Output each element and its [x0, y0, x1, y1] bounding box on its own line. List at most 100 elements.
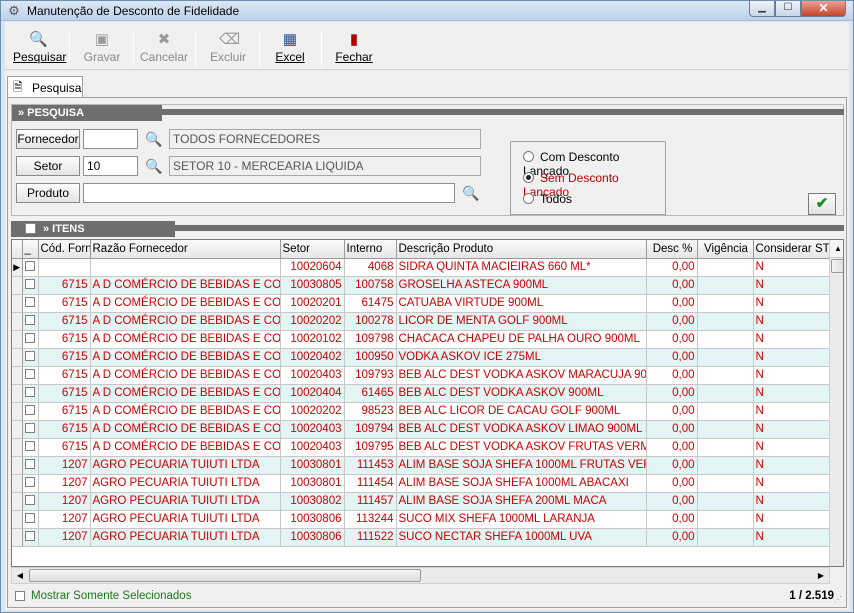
cell-razao-fornecedor[interactable]: A D COMÉRCIO DE BEBIDAS E COND	[90, 348, 281, 367]
cell-descricao[interactable]: SIDRA QUINTA MACIEIRAS 660 ML*	[396, 258, 647, 277]
cell-setor[interactable]: 10020202	[280, 312, 345, 331]
cell-cod-forn[interactable]: 6715	[38, 294, 91, 313]
col-header-vigencia[interactable]: Vigência	[697, 240, 754, 259]
cell-interno[interactable]: 109795	[344, 438, 397, 457]
cell-desc-pct[interactable]: 0,00	[646, 366, 698, 385]
close-window-button[interactable]: ✕	[801, 1, 846, 17]
show-selected-label[interactable]: Mostrar Somente Selecionados	[31, 590, 191, 602]
table-row[interactable]: 6715 A D COMÉRCIO DE BEBIDAS E COND 100202…	[12, 312, 830, 331]
cell-cod-forn[interactable]: 6715	[38, 402, 91, 421]
cell-desc-pct[interactable]: 0,00	[646, 312, 698, 331]
cell-considerar-st[interactable]: N	[753, 474, 830, 493]
cell-interno[interactable]: 111522	[344, 528, 397, 547]
col-header-razao-fornecedor[interactable]: Razão Fornecedor	[90, 240, 281, 259]
row-checkbox[interactable]	[25, 261, 35, 271]
cell-vigencia[interactable]	[697, 294, 754, 313]
row-select-cell[interactable]	[22, 312, 39, 331]
radio-sem-desconto-dot[interactable]	[523, 172, 534, 183]
cell-desc-pct[interactable]: 0,00	[646, 402, 698, 421]
col-header-descricao-produto[interactable]: Descrição Produto	[396, 240, 647, 259]
table-row[interactable]: 6715 A D COMÉRCIO DE BEBIDAS E COND 100204…	[12, 366, 830, 385]
row-checkbox[interactable]	[25, 495, 35, 505]
row-checkbox[interactable]	[25, 315, 35, 325]
horizontal-scroll-thumb[interactable]	[29, 569, 421, 582]
items-grid[interactable]: _ Cód. Forn Razão Fornecedor Setor Inter…	[11, 239, 844, 567]
cell-cod-forn[interactable]: 6715	[38, 366, 91, 385]
row-select-cell[interactable]	[22, 492, 39, 511]
row-checkbox[interactable]	[25, 477, 35, 487]
cell-razao-fornecedor[interactable]: AGRO PECUARIA TUIUTI LTDA	[90, 510, 281, 529]
cell-cod-forn[interactable]: 6715	[38, 312, 91, 331]
tab-pesquisa[interactable]: 🗎 Pesquisa	[7, 76, 83, 98]
cell-considerar-st[interactable]: N	[753, 402, 830, 421]
cell-setor[interactable]: 10030802	[280, 492, 345, 511]
cell-considerar-st[interactable]: N	[753, 330, 830, 349]
cell-vigencia[interactable]	[697, 528, 754, 547]
cell-descricao[interactable]: SUCO NECTAR SHEFA 1000ML UVA	[396, 528, 647, 547]
cell-descricao[interactable]: BEB ALC DEST VODKA ASKOV FRUTAS VERM 900…	[396, 438, 647, 457]
col-header-desc-pct[interactable]: Desc %	[646, 240, 698, 259]
scroll-up-arrow-icon[interactable]: ▲	[830, 240, 843, 258]
table-row[interactable]: 6715 A D COMÉRCIO DE BEBIDAS E COND 100204…	[12, 420, 830, 439]
cell-descricao[interactable]: BEB ALC LICOR DE CACAU GOLF 900ML	[396, 402, 647, 421]
cell-vigencia[interactable]	[697, 456, 754, 475]
scroll-left-arrow-icon[interactable]: ◀	[12, 568, 28, 583]
row-checkbox[interactable]	[25, 369, 35, 379]
cell-razao-fornecedor[interactable]: AGRO PECUARIA TUIUTI LTDA	[90, 456, 281, 475]
cell-cod-forn[interactable]: 1207	[38, 456, 91, 475]
confirm-check-button[interactable]: ✔	[808, 193, 836, 215]
radio-todos[interactable]: Todos	[523, 192, 572, 206]
cell-considerar-st[interactable]: N	[753, 294, 830, 313]
cell-vigencia[interactable]	[697, 438, 754, 457]
cell-considerar-st[interactable]: N	[753, 312, 830, 331]
cell-razao-fornecedor[interactable]: AGRO PECUARIA TUIUTI LTDA	[90, 474, 281, 493]
horizontal-scrollbar[interactable]: ◀ ▶	[11, 567, 830, 584]
row-checkbox[interactable]	[25, 351, 35, 361]
cell-descricao[interactable]: SUCO MIX SHEFA 1000ML LARANJA	[396, 510, 647, 529]
row-select-cell[interactable]	[22, 438, 39, 457]
produto-input[interactable]	[83, 183, 455, 203]
fornecedor-code-input[interactable]	[83, 129, 138, 149]
row-select-cell[interactable]	[22, 258, 39, 277]
cell-descricao[interactable]: BEB ALC DEST VODKA ASKOV MARACUJA 900ML	[396, 366, 647, 385]
resize-grip-icon[interactable]: ⋰	[834, 595, 844, 605]
radio-todos-dot[interactable]	[523, 193, 534, 204]
table-row[interactable]: 1207 AGRO PECUARIA TUIUTI LTDA 10030801 111…	[12, 456, 830, 475]
cell-setor[interactable]: 10030805	[280, 276, 345, 295]
table-row[interactable]: 6715 A D COMÉRCIO DE BEBIDAS E COND 100204…	[12, 348, 830, 367]
row-select-cell[interactable]	[22, 456, 39, 475]
produto-search-icon[interactable]: 🔍	[462, 184, 480, 202]
cell-interno[interactable]: 111453	[344, 456, 397, 475]
cell-cod-forn[interactable]: 1207	[38, 492, 91, 511]
row-checkbox[interactable]	[25, 387, 35, 397]
cell-desc-pct[interactable]: 0,00	[646, 258, 698, 277]
row-select-cell[interactable]	[22, 528, 39, 547]
table-row[interactable]: 6715 A D COMÉRCIO DE BEBIDAS E COND 100202…	[12, 402, 830, 421]
cell-razao-fornecedor[interactable]: A D COMÉRCIO DE BEBIDAS E COND	[90, 330, 281, 349]
cell-considerar-st[interactable]: N	[753, 348, 830, 367]
cell-descricao[interactable]: ALIM BASE SOJA SHEFA 200ML MACA	[396, 492, 647, 511]
cell-vigencia[interactable]	[697, 348, 754, 367]
cell-setor[interactable]: 10020404	[280, 384, 345, 403]
cell-razao-fornecedor[interactable]: A D COMÉRCIO DE BEBIDAS E COND	[90, 276, 281, 295]
cell-vigencia[interactable]	[697, 258, 754, 277]
cell-interno[interactable]: 100950	[344, 348, 397, 367]
cell-desc-pct[interactable]: 0,00	[646, 456, 698, 475]
row-select-cell[interactable]	[22, 348, 39, 367]
row-select-cell[interactable]	[22, 420, 39, 439]
cell-setor[interactable]: 10020604	[280, 258, 345, 277]
cell-vigencia[interactable]	[697, 384, 754, 403]
cell-cod-forn[interactable]: 6715	[38, 348, 91, 367]
row-checkbox[interactable]	[25, 513, 35, 523]
radio-com-desconto-dot[interactable]	[523, 151, 534, 162]
cell-cod-forn[interactable]	[38, 258, 91, 277]
cell-desc-pct[interactable]: 0,00	[646, 420, 698, 439]
cell-interno[interactable]: 100758	[344, 276, 397, 295]
row-checkbox[interactable]	[25, 279, 35, 289]
row-select-cell[interactable]	[22, 474, 39, 493]
pesquisar-button[interactable]: 🔍 Pesquisar	[13, 26, 66, 68]
cell-setor[interactable]: 10030806	[280, 528, 345, 547]
cell-cod-forn[interactable]: 1207	[38, 474, 91, 493]
cell-razao-fornecedor[interactable]: A D COMÉRCIO DE BEBIDAS E COND	[90, 402, 281, 421]
cell-setor[interactable]: 10020402	[280, 348, 345, 367]
